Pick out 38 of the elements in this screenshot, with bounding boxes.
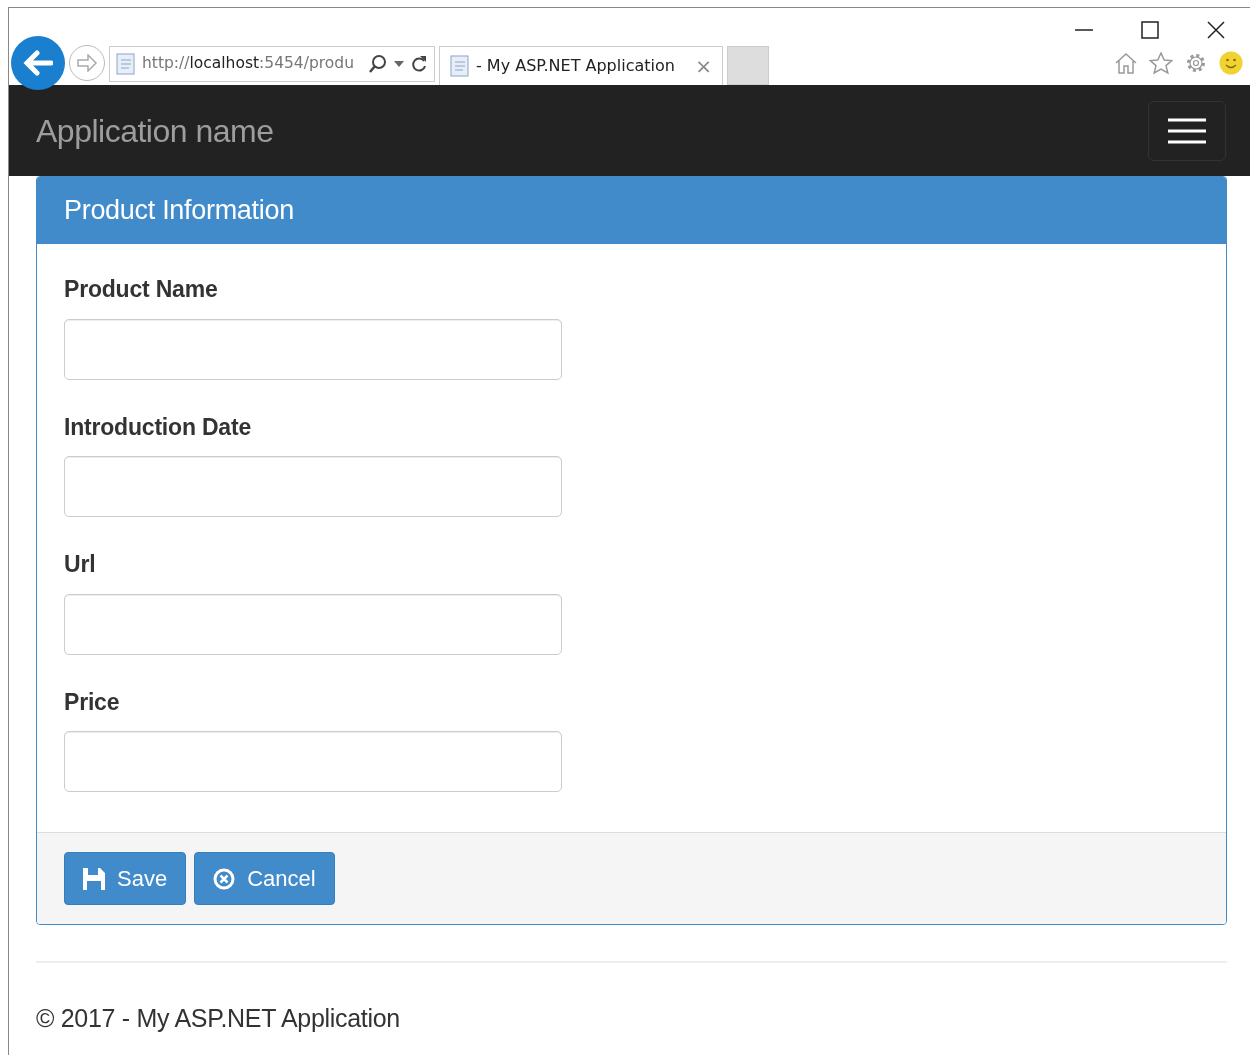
caret-icon[interactable] <box>394 61 404 67</box>
address-text: http://localhost:5454/produ <box>142 53 355 75</box>
page-icon <box>116 53 136 75</box>
forward-arrow-icon <box>76 54 98 72</box>
tab-close-button[interactable]: × <box>695 51 712 81</box>
minimize-icon <box>1075 29 1093 31</box>
close-icon <box>1207 21 1225 39</box>
feedback-button[interactable] <box>1218 50 1244 76</box>
home-button[interactable] <box>1113 50 1139 76</box>
address-bar[interactable]: http://localhost:5454/produ <box>109 46 435 82</box>
input-field[interactable] <box>64 731 562 792</box>
menu-toggle-button[interactable] <box>1148 100 1226 161</box>
input-field[interactable] <box>64 456 562 517</box>
input-field[interactable] <box>64 593 562 655</box>
field-label: Url <box>64 550 97 579</box>
menu-icon <box>1167 117 1207 144</box>
brand-link[interactable]: Application name <box>36 106 274 155</box>
settings-icon <box>1184 51 1208 75</box>
back-arrow-icon <box>23 50 53 76</box>
field-label: Introduction Date <box>64 412 252 442</box>
tab-title: - My ASP.NET Application <box>476 55 676 77</box>
footer-text: © 2017 - My ASP.NET Application <box>36 1003 401 1034</box>
field-label: Product Name <box>64 275 219 304</box>
favorites-button[interactable] <box>1148 50 1174 76</box>
cancel-button[interactable]: Cancel <box>194 852 335 905</box>
home-icon <box>1114 52 1138 74</box>
star-icon <box>1149 51 1173 75</box>
back-button[interactable] <box>11 36 65 90</box>
panel-title: Product Information <box>64 194 294 227</box>
circle-x-icon <box>213 867 236 890</box>
page-icon <box>450 55 470 77</box>
save-button[interactable]: Save <box>64 852 187 905</box>
field-label: Price <box>64 687 121 717</box>
refresh-icon[interactable] <box>410 54 428 74</box>
input-field[interactable] <box>64 318 562 380</box>
maximize-icon <box>1141 21 1159 39</box>
search-icon[interactable] <box>368 54 388 74</box>
smiley-icon <box>1219 51 1243 75</box>
